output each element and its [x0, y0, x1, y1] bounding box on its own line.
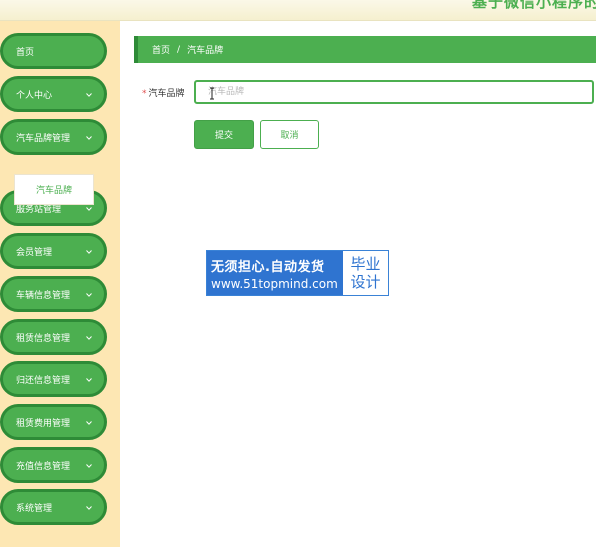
- watermark-right-panel: 毕业 设计: [343, 251, 388, 295]
- text-cursor-icon: [210, 87, 214, 100]
- chevron-down-icon: [86, 506, 92, 510]
- chevron-down-icon: [86, 250, 92, 254]
- car-brand-input[interactable]: [194, 80, 594, 104]
- sidebar-item-label: 归还信息管理: [16, 375, 71, 386]
- breadcrumb-home[interactable]: 首页: [152, 43, 170, 56]
- breadcrumb-current: 汽车品牌: [187, 46, 224, 56]
- cancel-button[interactable]: 取消: [260, 120, 319, 149]
- sidebar-item-car-brand-management[interactable]: 汽车品牌管理: [0, 119, 107, 155]
- sidebar-item-system-management[interactable]: 系统管理: [0, 489, 107, 525]
- chevron-down-icon: [86, 464, 92, 468]
- sidebar-item-label: 车辆信息管理: [16, 290, 71, 301]
- car-brand-label: * 汽车品牌: [142, 86, 185, 99]
- sidebar-item-label: 汽车品牌管理: [16, 133, 71, 144]
- submit-button[interactable]: 提交: [194, 120, 254, 149]
- sidebar-item-label: 系统管理: [16, 503, 53, 514]
- chevron-down-icon: [86, 378, 92, 382]
- sidebar-item-personal-center[interactable]: 个人中心: [0, 76, 107, 112]
- sidebar-item-label: 首页: [16, 47, 35, 58]
- sidebar-item-recharge-info-management[interactable]: 充值信息管理: [0, 447, 107, 483]
- site-title: 基于微信小程序的: [471, 0, 596, 11]
- sidebar-item-return-info-management[interactable]: 归还信息管理: [0, 361, 107, 397]
- required-mark: *: [142, 89, 147, 99]
- chevron-down-icon: [86, 421, 92, 425]
- car-brand-label-text: 汽车品牌: [148, 89, 185, 99]
- chevron-down-icon: [86, 207, 92, 211]
- watermark-slogan: 无须担心.自动发货: [211, 259, 325, 275]
- sidebar-item-label: 租赁费用管理: [16, 418, 71, 429]
- submenu-item-label: 汽车品牌: [35, 186, 72, 196]
- breadcrumb: 首页 / 汽车品牌: [134, 36, 596, 63]
- sidebar-item-label: 租赁信息管理: [16, 333, 71, 344]
- sidebar-item-rental-fee-management[interactable]: 租赁费用管理: [0, 404, 107, 440]
- watermark-left-panel: 无须担心.自动发货 www.51topmind.com: [207, 251, 343, 295]
- sidebar-item-home[interactable]: 首页: [0, 33, 107, 69]
- chevron-down-icon: [86, 336, 92, 340]
- chevron-down-icon: [86, 93, 92, 97]
- sidebar: 首页 个人中心 汽车品牌管理 服务站管理 会员管理 车辆信息管理 租赁信息管理 归还信息管理租…: [0, 21, 120, 547]
- sidebar-item-label: 会员管理: [16, 247, 53, 258]
- watermark-url: www.51topmind.com: [211, 276, 338, 291]
- sidebar-item-label: 个人中心: [16, 90, 53, 101]
- watermark-right-line1: 毕业: [350, 255, 381, 273]
- sidebar-item-label: 充值信息管理: [16, 461, 71, 472]
- sidebar-item-rental-info-management[interactable]: 租赁信息管理: [0, 319, 107, 355]
- chevron-down-icon: [86, 136, 92, 140]
- watermark-badge: 无须担心.自动发货 www.51topmind.com 毕业 设计: [206, 250, 389, 296]
- breadcrumb-separator: /: [177, 44, 181, 55]
- submenu-item-car-brand[interactable]: 汽车品牌: [14, 174, 94, 205]
- sidebar-item-vehicle-info-management[interactable]: 车辆信息管理: [0, 276, 107, 312]
- sidebar-item-member-management[interactable]: 会员管理: [0, 233, 107, 269]
- watermark-right-line2: 设计: [350, 273, 381, 291]
- top-header-bar: 基于微信小程序的: [0, 0, 596, 21]
- chevron-down-icon: [86, 293, 92, 297]
